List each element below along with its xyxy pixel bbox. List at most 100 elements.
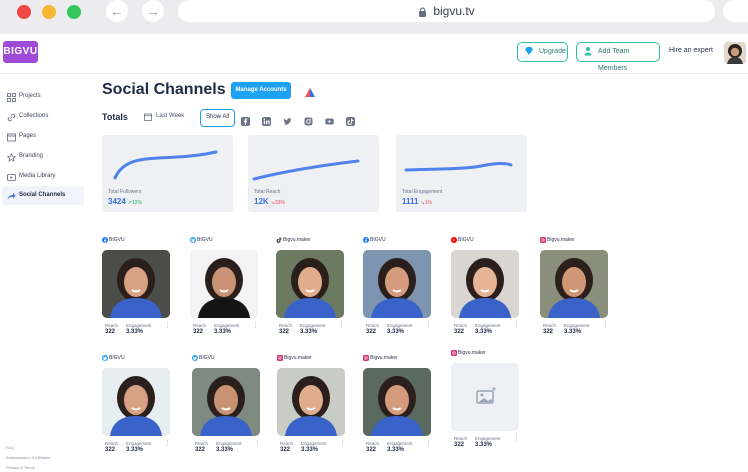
- period-selector[interactable]: Last Week: [144, 113, 185, 121]
- close-window-button[interactable]: [17, 5, 31, 19]
- twitter-filter[interactable]: [283, 113, 292, 125]
- address-bar[interactable]: bigvu.tv: [178, 0, 715, 22]
- post-thumbnail[interactable]: [363, 368, 431, 436]
- user-avatar[interactable]: [724, 42, 746, 64]
- post-thumbnail[interactable]: [451, 250, 519, 318]
- post-thumbnail[interactable]: [540, 250, 608, 318]
- add-team-members-button[interactable]: Add Team Members: [576, 42, 660, 72]
- post-account: Bigvu.maker: [276, 237, 311, 245]
- post-thumbnail-image: [192, 368, 260, 436]
- post-card[interactable]: Bigvu.maker Reach 322 Engagement 3.33% ⋮: [276, 237, 346, 357]
- reach-label: Reach: [454, 323, 468, 328]
- post-card[interactable]: Bigvu.maker Reach 322 Engagement 3.33% ⋮: [277, 355, 347, 472]
- post-thumbnail-image: [190, 250, 258, 318]
- youtube-icon: [451, 237, 457, 243]
- post-card[interactable]: BIGVU Reach 322 Engagement 3.33% ⋮: [190, 237, 260, 357]
- sidebar-item-media-library[interactable]: Media Library: [2, 167, 84, 186]
- post-card[interactable]: BIGVU Reach 322 Engagement 3.33% ⋮: [102, 237, 172, 357]
- more-options-icon[interactable]: ⋮: [252, 322, 259, 329]
- affiliates-link[interactable]: Ambassadors & Affiliates: [6, 455, 50, 460]
- post-thumbnail[interactable]: [192, 368, 260, 436]
- browser-menu[interactable]: [723, 0, 748, 22]
- engagement-value: 3.33%: [387, 329, 405, 335]
- more-options-icon[interactable]: ⋮: [425, 440, 432, 447]
- post-thumbnail[interactable]: [102, 368, 170, 436]
- engagement-value: 3.33%: [214, 329, 232, 335]
- reach-metric: Reach 322: [195, 441, 208, 453]
- instagram-icon: [304, 117, 313, 126]
- post-thumbnail[interactable]: [451, 363, 519, 431]
- engagement-metric: Engagement 3.33%: [475, 323, 501, 335]
- post-thumbnail[interactable]: [102, 250, 170, 318]
- more-options-icon[interactable]: ⋮: [425, 322, 432, 329]
- engagement-metric: Engagement 3.33%: [387, 441, 413, 453]
- more-options-icon[interactable]: ⋮: [254, 440, 261, 447]
- reach-label: Reach: [366, 323, 380, 328]
- hire-expert-link[interactable]: Hire an expert: [669, 47, 713, 54]
- reach-value: 322: [280, 447, 291, 453]
- period-label: Last Week: [156, 113, 185, 119]
- reach-label: Reach: [279, 323, 293, 328]
- reach-value: 322: [366, 447, 377, 453]
- maximize-window-button[interactable]: [67, 5, 81, 19]
- post-card[interactable]: BIGVU Reach 322 Engagement 3.33% ⋮: [363, 237, 433, 357]
- reach-metric: Reach 322: [280, 441, 293, 453]
- post-thumbnail[interactable]: [277, 368, 345, 436]
- sidebar-item-pages[interactable]: Pages: [2, 127, 84, 146]
- more-options-icon[interactable]: ⋮: [338, 322, 345, 329]
- post-card[interactable]: BIGVU Reach 322 Engagement 3.33% ⋮: [102, 355, 172, 472]
- stat-value: 3424 ↗12%: [108, 197, 143, 206]
- page-title: Social Channels: [102, 81, 226, 98]
- more-options-icon[interactable]: ⋮: [164, 322, 171, 329]
- post-account: Bigvu.maker: [540, 237, 575, 245]
- linkedin-icon: [262, 117, 271, 126]
- minimize-window-button[interactable]: [42, 5, 56, 19]
- youtube-filter[interactable]: [325, 113, 334, 125]
- manage-accounts-button[interactable]: Manage Accounts: [231, 82, 291, 99]
- more-options-icon[interactable]: ⋮: [513, 322, 520, 329]
- post-card[interactable]: Bigvu.maker Reach 322 Engagement 3.33% ⋮: [363, 355, 433, 472]
- engagement-value: 3.33%: [126, 447, 144, 453]
- faq-link[interactable]: FAQ: [6, 445, 14, 450]
- post-thumbnail[interactable]: [190, 250, 258, 318]
- privacy-terms-link[interactable]: Privacy & Terms: [6, 465, 35, 470]
- back-button[interactable]: ←: [106, 0, 128, 22]
- upgrade-button[interactable]: Upgrade: [517, 42, 568, 62]
- engagement-value: 3.33%: [475, 329, 493, 335]
- reach-value: 322: [279, 329, 290, 335]
- url-text: bigvu.tv: [433, 4, 475, 18]
- engagement-label: Engagement: [214, 323, 240, 328]
- sidebar-item-collections[interactable]: Collections: [2, 107, 84, 126]
- engagement-metric: Engagement 3.33%: [214, 323, 240, 335]
- post-card[interactable]: Bigvu.maker Reach 322 Engagement 3.33% ⋮: [540, 237, 610, 357]
- post-card[interactable]: BIGVU Reach 322 Engagement 3.33% ⋮: [192, 355, 262, 472]
- post-thumbnail[interactable]: [276, 250, 344, 318]
- reach-label: Reach: [454, 436, 468, 441]
- sidebar-item-projects[interactable]: Projects: [2, 87, 84, 106]
- post-card[interactable]: Bigvu.maker Reach 322 Engagement 3.33% ⋮: [451, 350, 521, 470]
- twitter-icon: [192, 355, 198, 361]
- show-all-button[interactable]: Show All: [200, 109, 235, 127]
- reach-metric: Reach 322: [366, 323, 379, 335]
- engagement-metric: Engagement 3.33%: [126, 323, 152, 335]
- facebook-filter[interactable]: [241, 113, 250, 126]
- account-name: Bigvu.maker: [370, 355, 398, 361]
- more-options-icon[interactable]: ⋮: [164, 440, 171, 447]
- sidebar-item-social-channels[interactable]: Social Channels: [2, 186, 84, 205]
- linkedin-filter[interactable]: [262, 113, 271, 126]
- more-options-icon[interactable]: ⋮: [513, 435, 520, 442]
- reach-metric: Reach 322: [105, 323, 118, 335]
- post-card[interactable]: BIGVU Reach 322 Engagement 3.33% ⋮: [451, 237, 521, 357]
- post-thumbnail[interactable]: [363, 250, 431, 318]
- reach-value: 322: [105, 447, 116, 453]
- more-options-icon[interactable]: ⋮: [602, 322, 609, 329]
- forward-button[interactable]: →: [142, 0, 164, 22]
- instagram-filter[interactable]: [304, 113, 313, 126]
- diamond-icon: [524, 46, 534, 56]
- twitter-icon: [102, 355, 108, 361]
- bigvu-logo[interactable]: BIGVU: [3, 41, 38, 63]
- reach-value: 322: [454, 442, 465, 448]
- sidebar-item-branding[interactable]: Branding: [2, 147, 84, 166]
- tiktok-filter[interactable]: [346, 113, 355, 126]
- more-options-icon[interactable]: ⋮: [339, 440, 346, 447]
